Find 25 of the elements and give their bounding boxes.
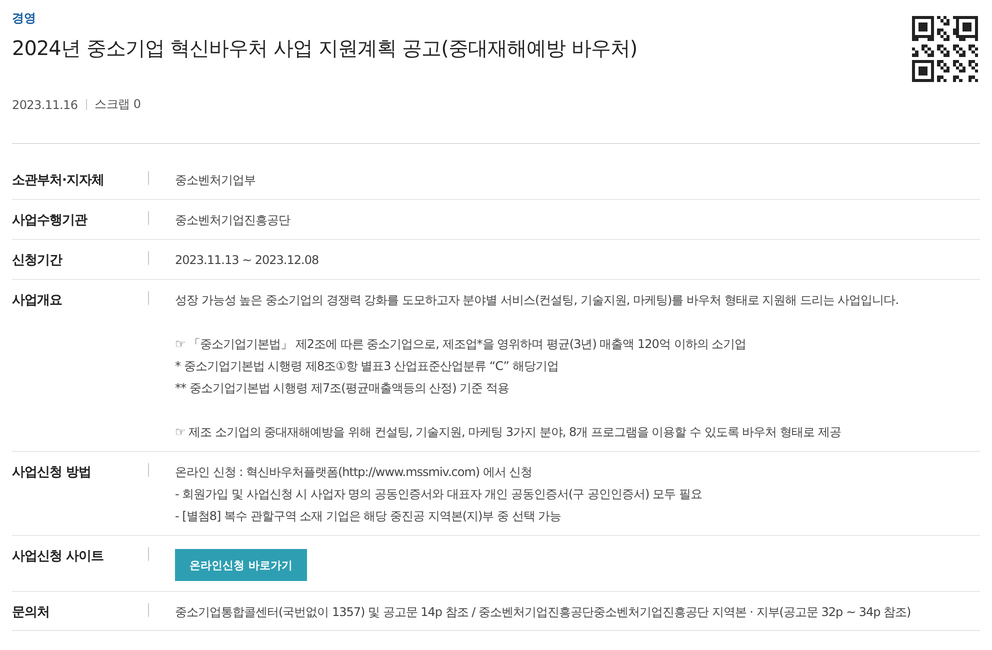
field-value: 성장 가능성 높은 중소기업의 경쟁력 강화를 도모하고자 분야별 서비스(컨설팅, 기술지원, 마케팅)를 바우처 형태로 지원해 드리는 사업입니다. [175, 292, 900, 309]
field-label: 사업수행기관 [12, 211, 149, 225]
field-value: 중소벤처기업진흥공단 [175, 212, 292, 229]
field-value: - 회원가입 및 사업신청 시 사업자 명의 공동인증서와 대표자 개인 공동인증서(구 공인인증서) 모두 필요 [175, 486, 703, 503]
post-date: 2023.11.16 [12, 98, 78, 112]
field-label: 문의처 [12, 603, 149, 617]
field-label: 사업신청 사이트 [12, 547, 149, 561]
field-value: 2023.11.13 ~ 2023.12.08 [175, 252, 320, 269]
field-label: 소관부처·지자체 [12, 171, 149, 185]
field-value: 중소기업통합콜센터(국번없이 1357) 및 공고문 14p 참조 / 중소벤처기업진흥공단중소벤처기업진흥공단 지역본 · 지부(공고문 32p ~ 34p 참조) [175, 604, 912, 621]
page-title: 2024년 중소기업 혁신바우처 사업 지원계획 공고(중대재해예방 바우처) [12, 35, 638, 62]
category-label: 경영 [12, 10, 37, 27]
field-value: ☞ 제조 소기업의 중대재해예방을 위해 컨설팅, 기술지원, 마케팅 3가지 분야, 8개 프로그램을 이용할 수 있도록 바우처 형태로 제공 [175, 424, 842, 441]
field-label: 사업개요 [12, 291, 149, 305]
scrap-count: 스크랩 0 [94, 96, 141, 113]
field-label: 사업신청 방법 [12, 463, 149, 477]
field-label: 신청기간 [12, 251, 149, 265]
field-value: ** 중소기업기본법 시행령 제7조(평균매출액등의 산정) 기준 적용 [175, 380, 510, 397]
field-value: * 중소기업기본법 시행령 제8조①항 별표3 산업표준산업분류 “C” 해당기업 [175, 358, 560, 375]
field-value: - [별첨8] 복수 관할구역 소재 기업은 해당 중진공 지역본(지)부 중 선택 가능 [175, 508, 562, 525]
apply-online-button[interactable]: 온라인신청 바로가기 [175, 549, 307, 581]
field-value: ☞ 「중소기업기본법」 제2조에 따른 중소기업으로, 제조업*을 영위하며 평균(3년) 매출액 120억 이하의 소기업 [175, 336, 748, 353]
qr-code-icon [912, 16, 978, 82]
field-value: 온라인 신청 : 혁신바우처플랫폼(http://www.mssmiv.com) 에서 신청 [175, 464, 534, 481]
field-value: 중소벤처기업부 [175, 172, 256, 189]
